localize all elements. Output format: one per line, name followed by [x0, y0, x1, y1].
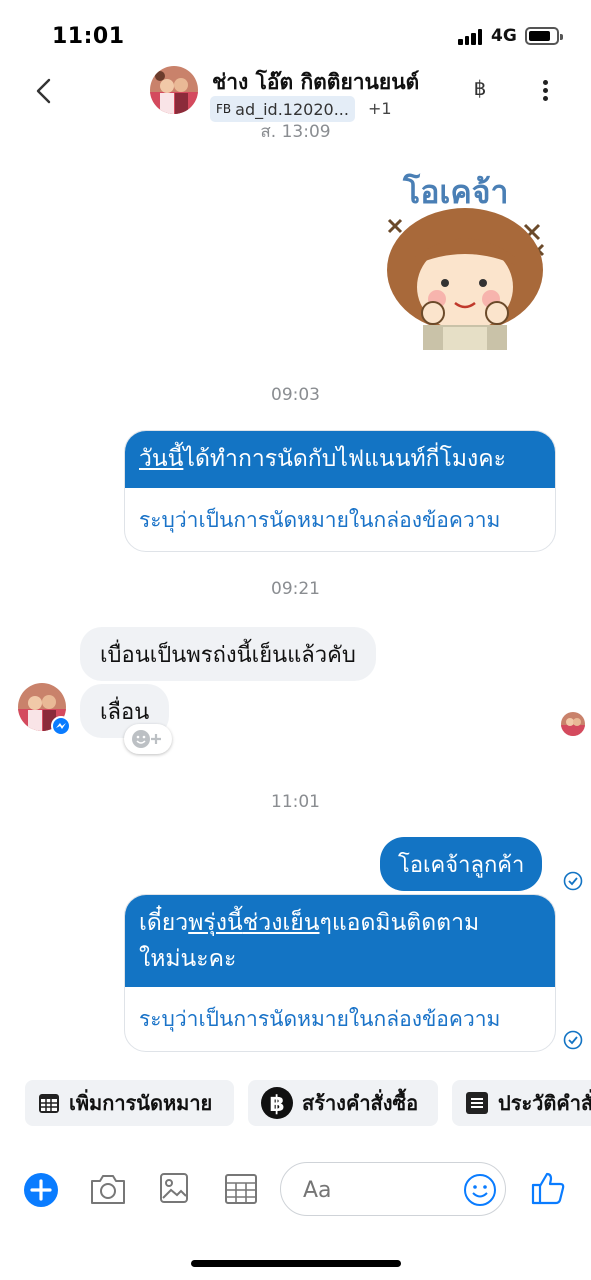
- ad-id-text: ad_id.12020...: [235, 99, 349, 119]
- delivered-check-icon: [563, 1030, 583, 1050]
- calendar-icon: [39, 1094, 59, 1113]
- outgoing-message[interactable]: โอเคจ้าลูกค้า: [380, 837, 543, 891]
- contact-avatar[interactable]: [150, 66, 198, 114]
- mark-appointment-button[interactable]: ระบุว่าเป็นการนัดหมายในกล่องข้อความ: [125, 987, 555, 1051]
- plus-icon[interactable]: [23, 1172, 59, 1208]
- timestamp: ส. 13:09: [260, 122, 331, 140]
- mark-appointment-button[interactable]: ระบุว่าเป็นการนัดหมายในกล่องข้อความ: [125, 488, 555, 551]
- status-time: 11:01: [52, 24, 125, 49]
- signal-icon: [458, 29, 484, 45]
- order-history-button[interactable]: ประวัติคำสั่งซื้อ: [452, 1080, 591, 1126]
- chevron-left-icon: [36, 78, 51, 104]
- timestamp: 09:03: [271, 385, 320, 405]
- baht-icon[interactable]: ฿: [468, 76, 492, 104]
- sender-avatar[interactable]: [18, 683, 71, 736]
- thumbs-up-icon[interactable]: [530, 1170, 566, 1206]
- outgoing-card-message[interactable]: วันนี้ได้ทำการนัดกับไฟแนนท์กี่โมงคะ ระบุ…: [124, 430, 556, 552]
- baht-icon: ฿: [261, 1087, 293, 1119]
- message-text-field[interactable]: [303, 1175, 453, 1205]
- svg-text:฿: ฿: [269, 1092, 284, 1117]
- status-bar: 11:01 4G: [0, 0, 591, 62]
- delivered-check-icon: [563, 871, 583, 891]
- add-reaction-button[interactable]: [124, 724, 172, 754]
- camera-icon[interactable]: [89, 1172, 127, 1206]
- network-type: 4G: [491, 26, 517, 46]
- outgoing-card-message[interactable]: เดี๋ยวพรุ่งนี้ช่วงเย็นๆแอดมินติดตาม ใหม่น…: [124, 894, 556, 1052]
- card-message-text: วันนี้ได้ทำการนัดกับไฟแนนท์กี่โมงคะ: [125, 431, 555, 488]
- image-icon[interactable]: [159, 1172, 189, 1204]
- battery-icon: [525, 27, 563, 45]
- create-order-button[interactable]: ฿ สร้างคำสั่งซื้อ: [248, 1080, 438, 1126]
- sticker-image: โอเคจ้า: [387, 173, 545, 350]
- seen-receipt-avatar: [561, 712, 585, 736]
- incoming-message[interactable]: เบื่อนเป็นพรถ่งนี้เย็นแล้วคับ: [80, 627, 376, 681]
- smiley-plus-icon: [132, 730, 161, 748]
- card-message-text: เดี๋ยวพรุ่งนี้ช่วงเย็นๆแอดมินติดตาม ใหม่น…: [125, 895, 555, 987]
- add-appointment-button[interactable]: เพิ่มการนัดหมาย: [25, 1080, 234, 1126]
- fb-badge: FB: [216, 102, 232, 116]
- more-icon[interactable]: [533, 76, 557, 106]
- emoji-icon[interactable]: [463, 1173, 497, 1207]
- message-input[interactable]: [280, 1162, 506, 1216]
- table-icon[interactable]: [224, 1172, 258, 1206]
- back-button[interactable]: [30, 76, 60, 106]
- date-link[interactable]: พรุ่งนี้: [188, 910, 242, 936]
- sticker-message[interactable]: โอเคจ้า: [375, 165, 555, 350]
- home-indicator: [191, 1260, 401, 1267]
- chat-header: ช่าง โอ๊ต กิตติยานยนต์ FB ad_id.12020...…: [0, 62, 591, 126]
- contact-name: ช่าง โอ๊ต กิตติยานยนต์: [212, 70, 420, 94]
- time-link[interactable]: ช่วงเย็น: [243, 910, 320, 936]
- sticker-text: โอเคจ้า: [402, 173, 508, 211]
- extra-label-count[interactable]: +1: [368, 99, 392, 118]
- date-link[interactable]: วันนี้: [139, 446, 183, 472]
- timestamp: 09:21: [271, 579, 320, 599]
- list-icon: [466, 1092, 488, 1114]
- timestamp: 11:01: [271, 792, 320, 812]
